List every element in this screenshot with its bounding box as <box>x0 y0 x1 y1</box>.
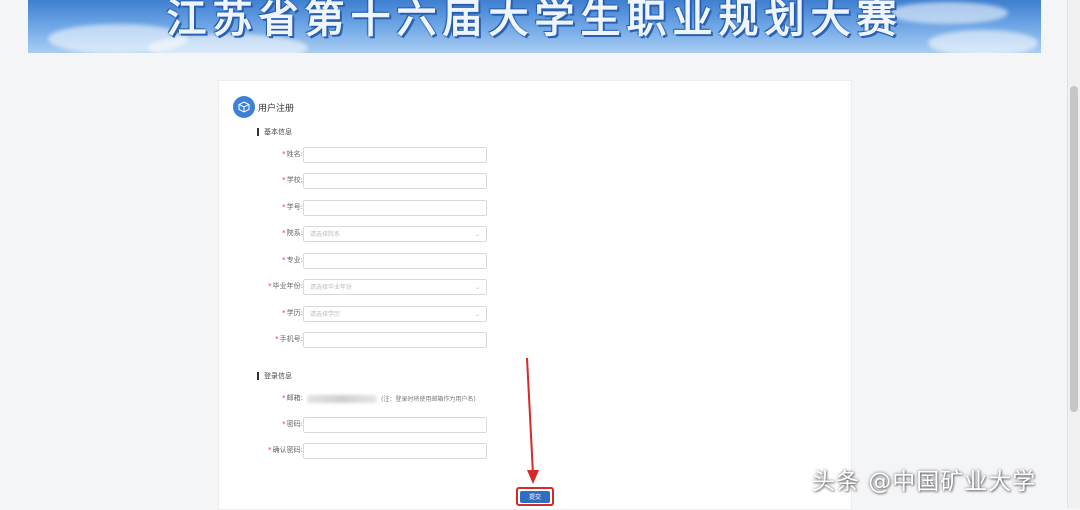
field-password: *密码: <box>219 417 851 433</box>
email-value-blurred <box>307 395 377 403</box>
label-text: 学校: <box>286 176 303 184</box>
degree-select[interactable]: 请选择学历 ⌄ <box>303 306 487 322</box>
submit-button[interactable]: 提交 <box>520 490 550 503</box>
required-mark: * <box>282 150 286 158</box>
label-text: 院系: <box>286 229 303 237</box>
field-school: *学校: <box>219 173 851 189</box>
label-text: 毕业年份: <box>272 282 303 290</box>
password-input[interactable] <box>303 417 487 433</box>
field-student-id: *学号: <box>219 200 851 216</box>
name-input[interactable] <box>303 147 487 163</box>
required-mark: * <box>268 282 272 290</box>
watermark: 头条 @中国矿业大学 <box>812 469 1037 495</box>
field-major: *专业: <box>219 253 851 269</box>
field-department: *院系: 请选择院系 ⌄ <box>219 226 851 242</box>
select-placeholder: 请选择学历 <box>310 310 341 318</box>
section-title: 基本信息 <box>264 128 292 136</box>
field-name: *姓名: <box>219 147 851 163</box>
field-label: *密码: <box>282 419 303 429</box>
banner: 江苏省第十六届大学生职业规划大赛 <box>28 0 1041 53</box>
label-text: 密码: <box>286 420 303 428</box>
chevron-down-icon: ⌄ <box>474 230 480 238</box>
section-bar <box>257 372 259 380</box>
submit-highlight-box: 提交 <box>516 487 554 506</box>
field-label: *专业: <box>282 255 303 265</box>
scrollbar-thumb[interactable] <box>1070 86 1078 412</box>
chevron-down-icon: ⌄ <box>474 283 480 291</box>
label-text: 学历: <box>286 309 303 317</box>
registration-form: 用户注册 基本信息 *姓名: *学校: *学号: *院系: 请选择院系 ⌄ *专… <box>218 80 852 510</box>
form-title: 用户注册 <box>258 103 295 114</box>
major-input[interactable] <box>303 253 487 269</box>
required-mark: * <box>282 309 286 317</box>
required-mark: * <box>282 229 286 237</box>
field-phone: *手机号: <box>219 332 851 348</box>
field-label: *姓名: <box>282 149 303 159</box>
select-placeholder: 请选择毕业年份 <box>310 283 353 291</box>
banner-title: 江苏省第十六届大学生职业规划大赛 <box>166 0 903 42</box>
phone-input[interactable] <box>303 332 487 348</box>
label-text: 确认密码: <box>272 446 303 454</box>
department-select[interactable]: 请选择院系 ⌄ <box>303 226 487 242</box>
field-label: *确认密码: <box>268 445 303 455</box>
required-mark: * <box>282 203 286 211</box>
section-login-info: 登录信息 <box>257 371 292 381</box>
field-label: *院系: <box>282 228 303 238</box>
chevron-down-icon: ⌄ <box>474 310 480 318</box>
email-note: (注：登录时将使用邮箱作为用户名) <box>381 396 476 403</box>
field-email: *邮箱: (注：登录时将使用邮箱作为用户名) <box>219 391 851 407</box>
label-text: 手机号: <box>279 335 303 343</box>
section-title: 登录信息 <box>264 372 292 380</box>
school-input[interactable] <box>303 173 487 189</box>
label-text: 邮箱: <box>286 394 303 402</box>
required-mark: * <box>282 256 286 264</box>
required-mark: * <box>282 394 286 402</box>
field-label: *学号: <box>282 202 303 212</box>
label-text: 姓名: <box>286 150 303 158</box>
select-placeholder: 请选择院系 <box>310 230 341 238</box>
form-header: 用户注册 <box>233 95 294 119</box>
field-label: *学历: <box>282 308 303 318</box>
grad-year-select[interactable]: 请选择毕业年份 ⌄ <box>303 279 487 295</box>
field-label: *手机号: <box>275 334 303 344</box>
field-degree: *学历: 请选择学历 ⌄ <box>219 306 851 322</box>
required-mark: * <box>275 335 279 343</box>
field-label: *学校: <box>282 175 303 185</box>
cube-icon <box>233 96 255 118</box>
student-id-input[interactable] <box>303 200 487 216</box>
required-mark: * <box>268 446 272 454</box>
field-grad-year: *毕业年份: 请选择毕业年份 ⌄ <box>219 279 851 295</box>
field-label: *毕业年份: <box>268 281 303 291</box>
field-label: *邮箱: <box>282 393 303 403</box>
label-text: 专业: <box>286 256 303 264</box>
section-bar <box>257 128 259 136</box>
required-mark: * <box>282 176 286 184</box>
section-basic-info: 基本信息 <box>257 127 292 137</box>
required-mark: * <box>282 420 286 428</box>
field-confirm-password: *确认密码: <box>219 443 851 459</box>
label-text: 学号: <box>286 203 303 211</box>
page-scrollbar[interactable] <box>1067 0 1080 508</box>
confirm-password-input[interactable] <box>303 443 487 459</box>
